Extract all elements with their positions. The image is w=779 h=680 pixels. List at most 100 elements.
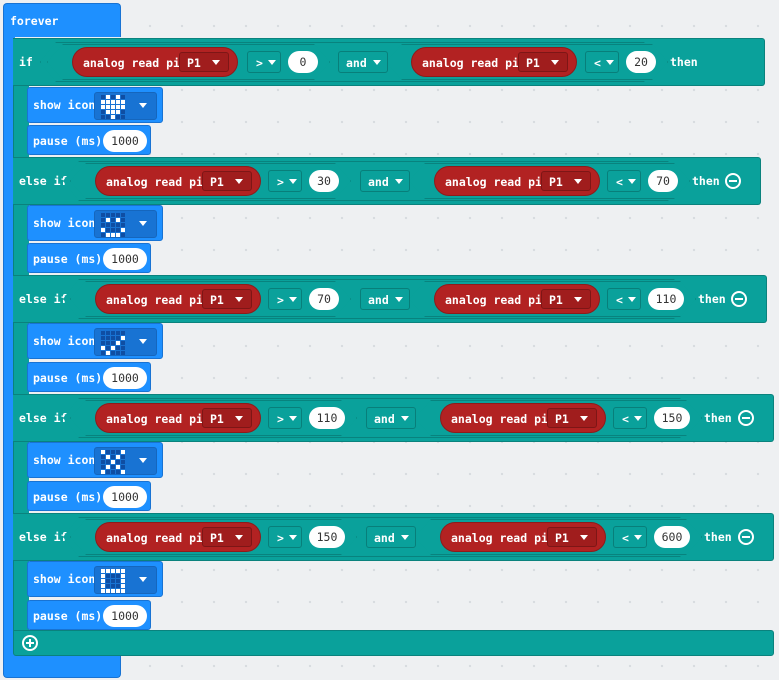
analog-read-pin-block[interactable]: analog read pin P1 xyxy=(440,522,606,552)
operator-value: > xyxy=(277,412,284,426)
icon-picker-dropdown[interactable] xyxy=(94,447,157,475)
pause-ms-input[interactable]: 1000 xyxy=(103,605,147,627)
icon-picker-dropdown[interactable] xyxy=(94,210,157,238)
comparison-operator-dropdown[interactable]: > xyxy=(268,170,302,192)
logic-operator-dropdown[interactable]: and xyxy=(360,288,410,310)
add-branch-plus-icon[interactable] xyxy=(22,635,38,651)
show-icon-block[interactable]: show icon xyxy=(27,205,163,241)
number-input[interactable]: 0 xyxy=(288,51,318,73)
led-pixel xyxy=(116,460,120,464)
analog-read-pin-block[interactable]: analog read pin P1 xyxy=(95,284,261,314)
show-icon-block[interactable]: show icon xyxy=(27,323,163,359)
pin-value: P1 xyxy=(210,412,224,426)
analog-read-pin-block[interactable]: analog read pin P1 xyxy=(440,403,606,433)
pin-dropdown[interactable]: P1 xyxy=(179,52,229,72)
icon-picker-dropdown[interactable] xyxy=(94,92,157,120)
pause-block[interactable]: pause (ms) 1000 xyxy=(27,125,151,155)
led-pixel xyxy=(116,228,120,232)
if-block-bottom[interactable] xyxy=(13,630,774,656)
led-pixel xyxy=(106,450,110,454)
forever-block[interactable]: forever xyxy=(3,3,121,37)
icon-picker-dropdown[interactable] xyxy=(94,328,157,356)
analog-read-pin-block[interactable]: analog read pin P1 xyxy=(434,166,600,196)
number-input[interactable]: 20 xyxy=(626,51,656,73)
number-input[interactable]: 150 xyxy=(654,407,690,429)
condition-row-1[interactable]: if analog read pin P1 >0 and analog read pin P… xyxy=(13,38,765,86)
show-icon-block[interactable]: show icon xyxy=(27,87,163,123)
pause-ms-input[interactable]: 1000 xyxy=(103,130,147,152)
analog-read-pin-block[interactable]: analog read pin P1 xyxy=(95,522,261,552)
comparison-operator-dropdown[interactable]: < xyxy=(613,407,647,429)
comparison-operator-dropdown[interactable]: < xyxy=(613,526,647,548)
comparison-operator-dropdown[interactable]: > xyxy=(268,526,302,548)
pin-dropdown[interactable]: P1 xyxy=(202,289,252,309)
chevron-down-icon xyxy=(628,179,636,184)
led-pixel xyxy=(106,223,110,227)
pin-dropdown[interactable]: P1 xyxy=(202,527,252,547)
analog-read-pin-block[interactable]: analog read pin P1 xyxy=(411,47,577,77)
remove-branch-minus-icon[interactable] xyxy=(731,291,747,307)
operator-value: > xyxy=(277,531,284,545)
pin-dropdown[interactable]: P1 xyxy=(541,289,591,309)
analog-read-pin-block[interactable]: analog read pin P1 xyxy=(95,403,261,433)
led-pixel xyxy=(116,589,120,593)
analog-read-pin-block[interactable]: analog read pin P1 xyxy=(434,284,600,314)
comparison-operator-dropdown[interactable]: < xyxy=(607,170,641,192)
comparison-operator-dropdown[interactable]: < xyxy=(585,51,619,73)
pin-dropdown[interactable]: P1 xyxy=(547,408,597,428)
pause-block[interactable]: pause (ms) 1000 xyxy=(27,600,151,630)
remove-branch-minus-icon[interactable] xyxy=(725,173,741,189)
pause-block[interactable]: pause (ms) 1000 xyxy=(27,362,151,392)
comparison-operator-dropdown[interactable]: > xyxy=(268,288,302,310)
led-pixel xyxy=(121,465,125,469)
logic-operator-dropdown[interactable]: and xyxy=(360,170,410,192)
forever-block-bottom[interactable] xyxy=(3,655,121,678)
show-icon-block[interactable]: show icon xyxy=(27,442,163,478)
number-input[interactable]: 110 xyxy=(648,288,684,310)
number-input[interactable]: 600 xyxy=(654,526,690,548)
led-pixel xyxy=(101,589,105,593)
icon-picker-dropdown[interactable] xyxy=(94,566,157,594)
condition-row-3[interactable]: else if analog read pin P1 >70 and analog rea… xyxy=(13,275,767,323)
pause-ms-input[interactable]: 1000 xyxy=(103,486,147,508)
comparison-operator-dropdown[interactable]: > xyxy=(247,51,281,73)
pause-block[interactable]: pause (ms) 1000 xyxy=(27,243,151,273)
pause-block[interactable]: pause (ms) 1000 xyxy=(27,481,151,511)
analog-read-pin-block[interactable]: analog read pin P1 xyxy=(72,47,238,77)
logic-operator-dropdown[interactable]: and xyxy=(366,407,416,429)
pin-dropdown[interactable]: P1 xyxy=(202,171,252,191)
analog-read-pin-block[interactable]: analog read pin P1 xyxy=(95,166,261,196)
remove-branch-minus-icon[interactable] xyxy=(738,410,754,426)
chevron-down-icon xyxy=(235,179,243,184)
logic-operator-dropdown[interactable]: and xyxy=(338,51,388,73)
pin-dropdown[interactable]: P1 xyxy=(547,527,597,547)
pause-label: pause (ms) xyxy=(33,609,103,623)
condition-row-4[interactable]: else if analog read pin P1 >110 and analog re… xyxy=(13,394,774,442)
pause-ms-input[interactable]: 1000 xyxy=(103,367,147,389)
led-pixel xyxy=(121,336,125,340)
chevron-down-icon xyxy=(212,60,220,65)
analog-read-label: analog read pin xyxy=(445,175,549,189)
logic-operator-dropdown[interactable]: and xyxy=(366,526,416,548)
led-pixel xyxy=(106,105,110,109)
remove-branch-minus-icon[interactable] xyxy=(738,529,754,545)
pin-dropdown[interactable]: P1 xyxy=(518,52,568,72)
pin-dropdown[interactable]: P1 xyxy=(202,408,252,428)
then-keyword: then xyxy=(704,411,732,425)
pin-dropdown[interactable]: P1 xyxy=(541,171,591,191)
number-input[interactable]: 30 xyxy=(309,170,339,192)
comparison-operator-dropdown[interactable]: < xyxy=(607,288,641,310)
comparison-operator-dropdown[interactable]: > xyxy=(268,407,302,429)
pause-ms-input[interactable]: 1000 xyxy=(103,248,147,270)
led-pixel xyxy=(121,331,125,335)
number-input[interactable]: 110 xyxy=(309,407,345,429)
condition-row-5[interactable]: else if analog read pin P1 >150 and analog re… xyxy=(13,513,774,561)
number-input[interactable]: 70 xyxy=(309,288,339,310)
condition-row-2[interactable]: else if analog read pin P1 >30 and analog rea… xyxy=(13,157,761,205)
number-input[interactable]: 150 xyxy=(309,526,345,548)
operator-value: > xyxy=(277,293,284,307)
led-pixel xyxy=(101,95,105,99)
show-icon-block[interactable]: show icon xyxy=(27,561,163,597)
led-pixel xyxy=(106,579,110,583)
number-input[interactable]: 70 xyxy=(648,170,678,192)
